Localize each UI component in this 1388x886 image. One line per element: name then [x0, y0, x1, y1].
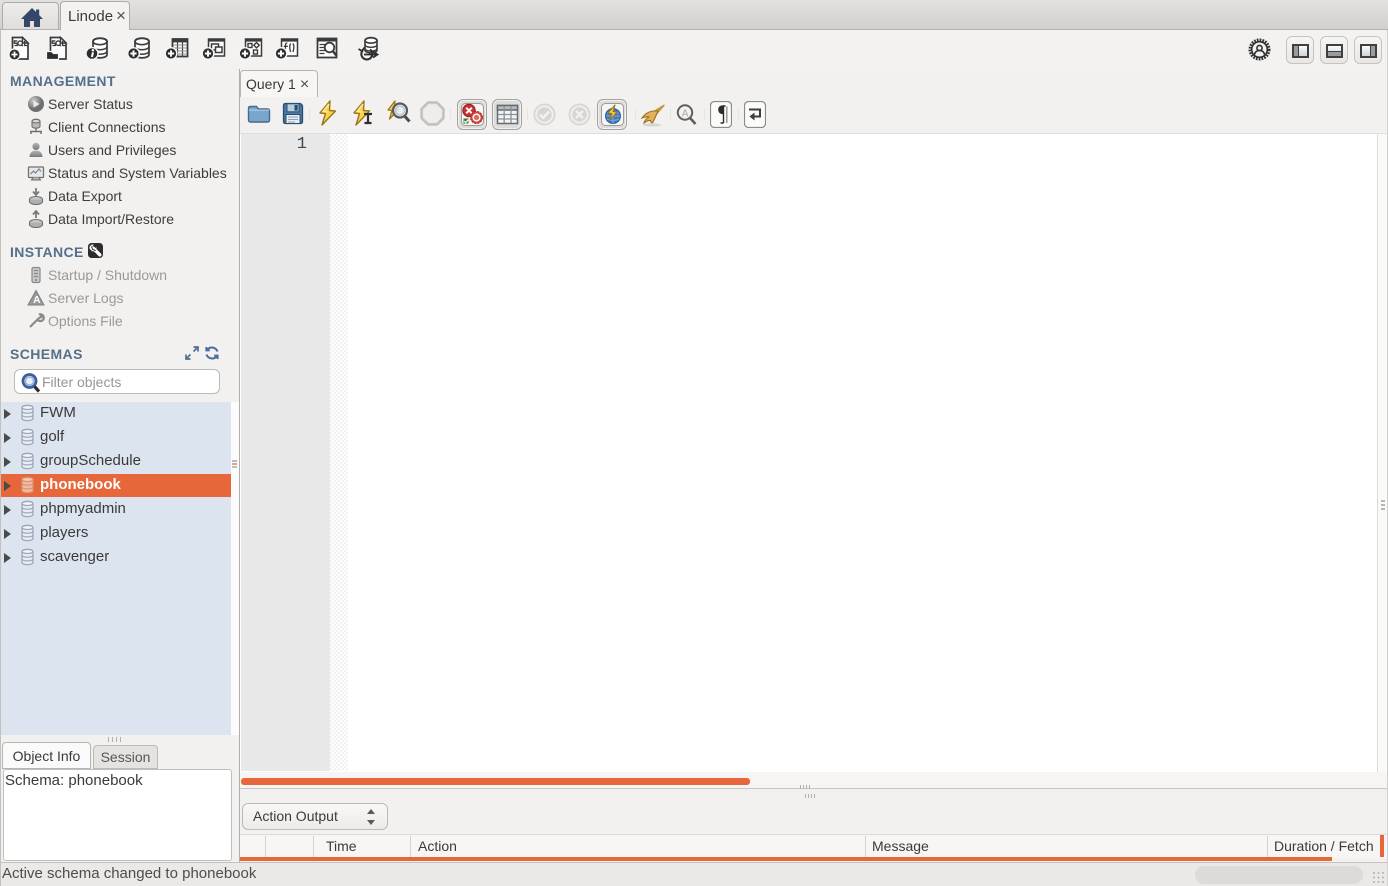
svg-text:A: A [33, 295, 40, 306]
svg-text:A: A [682, 109, 689, 120]
